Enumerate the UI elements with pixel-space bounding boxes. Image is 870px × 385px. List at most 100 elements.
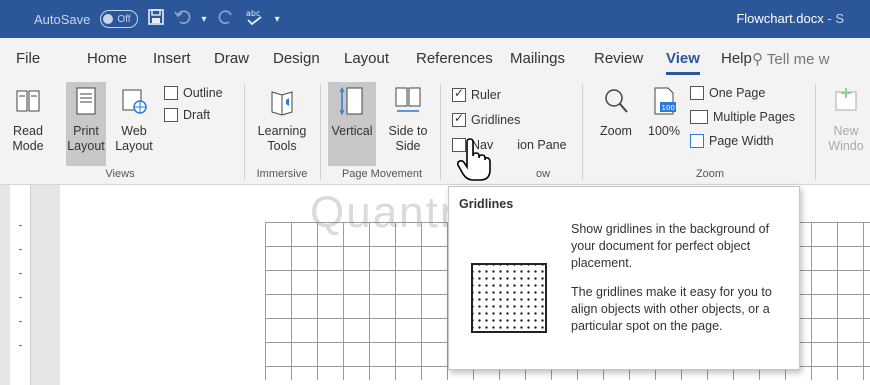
- tooltip-description: Show gridlines in the background of your…: [571, 221, 786, 347]
- learning-tools-icon: [271, 91, 293, 116]
- gridlines-label: Gridlines: [471, 113, 521, 127]
- tab-references[interactable]: References: [416, 50, 493, 67]
- multiple-pages-icon: [690, 110, 708, 124]
- undo-icon[interactable]: [173, 9, 192, 30]
- ruler-tick: [19, 273, 22, 274]
- ruler-label: Ruler: [471, 88, 501, 102]
- outline-icon: [164, 86, 178, 100]
- tab-help[interactable]: Help: [721, 50, 752, 67]
- ruler-checkbox[interactable]: Ruler: [452, 86, 501, 102]
- gridlines-check-icon: [452, 111, 466, 127]
- new-window-label: New Windo: [828, 124, 864, 153]
- group-divider: [815, 84, 816, 180]
- ruler-check-icon: [452, 86, 466, 102]
- print-layout-label: Print Layout: [67, 124, 105, 153]
- ruler-tick: [19, 249, 22, 250]
- toggle-knob: [103, 14, 114, 24]
- views-group-label: Views: [105, 168, 135, 180]
- tab-design[interactable]: Design: [273, 50, 320, 67]
- hundred-percent-label: 100%: [648, 124, 680, 138]
- zoom-button[interactable]: Zoom: [592, 86, 640, 139]
- page-movement-group-label: Page Movement: [341, 168, 423, 180]
- gridlines-preview-icon: [471, 263, 547, 333]
- side-to-side-label: Side to Side: [388, 124, 428, 153]
- zoom-icon: [605, 89, 628, 113]
- tooltip-desc-2: The gridlines make it easy for you to al…: [571, 285, 772, 333]
- web-layout-icon: [122, 89, 147, 114]
- navigation-pane-label-end: ion Pane: [517, 138, 567, 152]
- tooltip-desc-1: Show gridlines in the background of your…: [571, 222, 770, 270]
- one-page-label: One Page: [709, 86, 766, 100]
- tab-layout[interactable]: Layout: [344, 50, 389, 67]
- tab-draw[interactable]: Draw: [214, 50, 249, 67]
- ruler-tick: [19, 345, 22, 346]
- gridlines-checkbox[interactable]: Gridlines: [452, 111, 521, 127]
- page-width-icon: [690, 134, 704, 148]
- page-width-button[interactable]: Page Width: [690, 134, 774, 148]
- outline-button[interactable]: Outline: [164, 86, 223, 100]
- group-divider: [244, 84, 245, 180]
- ribbon-view: Read Mode Print Layout Web Layout Outlin…: [0, 78, 870, 185]
- new-window-icon: [835, 88, 857, 111]
- document-title: Flowchart.docx - S: [736, 0, 844, 38]
- group-divider: [582, 84, 583, 180]
- print-layout-button[interactable]: Print Layout: [66, 82, 106, 166]
- new-window-button[interactable]: New Windo: [824, 86, 868, 154]
- tell-me-search[interactable]: ⚲ Tell me w: [752, 50, 829, 68]
- hundred-percent-icon: 100: [654, 87, 676, 115]
- spelling-icon[interactable]: abc: [245, 8, 265, 31]
- tab-insert[interactable]: Insert: [153, 50, 191, 67]
- learning-tools-button[interactable]: Learning Tools: [252, 86, 312, 154]
- document-title-suffix: - S: [827, 11, 844, 26]
- group-divider: [440, 84, 441, 180]
- draft-label: Draft: [183, 108, 211, 122]
- redo-icon[interactable]: [217, 9, 235, 30]
- tab-review[interactable]: Review: [594, 50, 643, 67]
- undo-dropdown-icon[interactable]: ▾: [202, 14, 207, 25]
- outline-label: Outline: [183, 86, 223, 100]
- read-mode-button[interactable]: Read Mode: [6, 86, 50, 154]
- customize-qat-icon[interactable]: ▾: [275, 14, 280, 25]
- read-mode-icon: [16, 90, 40, 112]
- autosave-label: AutoSave: [34, 11, 91, 27]
- search-icon: ⚲: [752, 51, 763, 68]
- multiple-pages-label: Multiple Pages: [713, 110, 795, 124]
- tab-mailings[interactable]: Mailings: [510, 50, 565, 67]
- vertical-button[interactable]: Vertical: [328, 82, 376, 166]
- tab-file[interactable]: File: [16, 50, 40, 67]
- print-layout-icon: [76, 87, 96, 115]
- page-width-label: Page Width: [709, 134, 774, 148]
- read-mode-label: Read Mode: [12, 124, 44, 153]
- one-page-icon: [690, 86, 704, 100]
- title-bar: AutoSave Off ▾ abc ▾ Flowchart.docx - S: [0, 0, 870, 38]
- show-group-label: ow: [535, 168, 551, 180]
- autosave-state: Off: [117, 13, 131, 25]
- save-icon[interactable]: [147, 8, 164, 30]
- svg-text:abc: abc: [246, 9, 260, 18]
- document-name: Flowchart.docx: [736, 11, 824, 26]
- immersive-group-label: Immersive: [256, 168, 308, 180]
- side-to-side-icon: [395, 87, 421, 112]
- side-to-side-button[interactable]: Side to Side: [384, 86, 432, 154]
- zoom-label: Zoom: [600, 124, 632, 138]
- ruler-tick: [19, 225, 22, 226]
- hundred-badge: 100: [662, 104, 675, 112]
- group-divider: [320, 84, 321, 180]
- hand-cursor-icon: [456, 138, 491, 181]
- one-page-button[interactable]: One Page: [690, 86, 765, 100]
- web-layout-button[interactable]: Web Layout: [114, 86, 154, 154]
- vertical-ruler[interactable]: [10, 185, 31, 385]
- multiple-pages-button[interactable]: Multiple Pages: [690, 110, 795, 124]
- hundred-percent-button[interactable]: 100 100%: [646, 86, 682, 139]
- autosave-toggle[interactable]: Off: [100, 10, 138, 28]
- learning-tools-label: Learning Tools: [257, 124, 307, 153]
- ruler-tick: [19, 297, 22, 298]
- tab-view[interactable]: View: [666, 50, 700, 75]
- vertical-label: Vertical: [331, 124, 373, 138]
- draft-icon: [164, 108, 178, 122]
- tab-home[interactable]: Home: [87, 50, 127, 67]
- gridlines-tooltip: Gridlines Show gridlines in the backgrou…: [448, 186, 800, 370]
- vertical-icon: [339, 86, 363, 116]
- draft-button[interactable]: Draft: [164, 108, 210, 122]
- zoom-group-label: Zoom: [695, 168, 725, 180]
